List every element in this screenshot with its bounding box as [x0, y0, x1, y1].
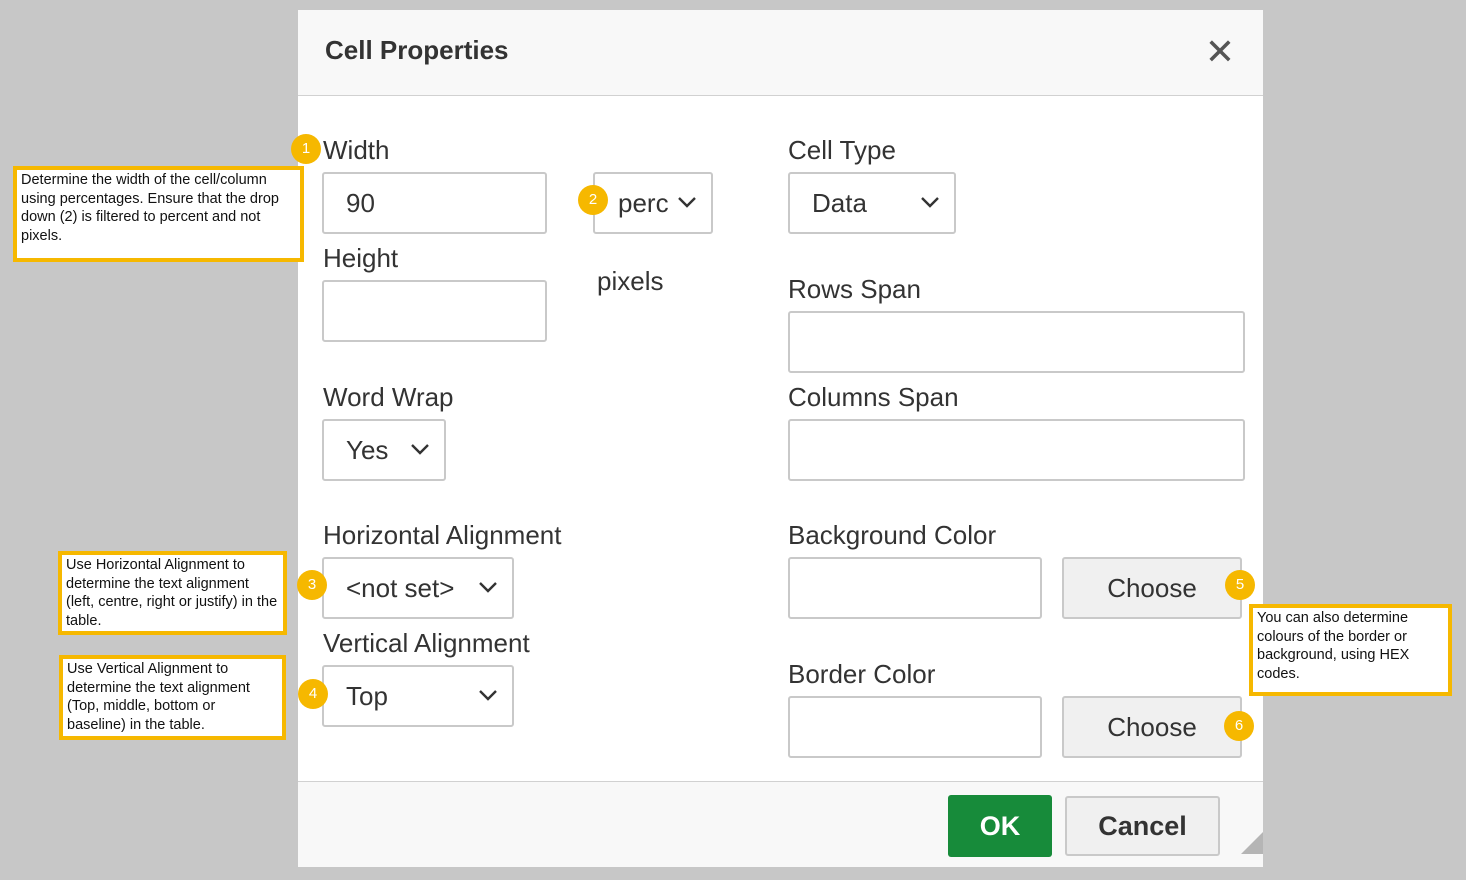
background-color-input[interactable]: [788, 557, 1042, 619]
width-input[interactable]: 90: [322, 172, 547, 234]
width-label: Width: [323, 135, 390, 165]
chevron-down-icon: [479, 582, 497, 593]
width-unit-select[interactable]: perc: [593, 172, 713, 234]
border-color-label: Border Color: [788, 659, 936, 689]
dialog-header: Cell Properties ✕: [298, 10, 1263, 96]
close-icon[interactable]: ✕: [1203, 34, 1237, 70]
annotation-note-horizontal-alignment: Use Horizontal Alignment to determine th…: [58, 551, 287, 635]
chevron-down-icon: [678, 197, 696, 208]
chevron-down-icon: [411, 444, 429, 455]
rows-span-label: Rows Span: [788, 274, 921, 304]
dialog-title: Cell Properties: [325, 35, 509, 65]
cell-properties-dialog: Cell Properties ✕ Width 90 perc Height p…: [298, 10, 1263, 867]
height-unit-label: pixels: [597, 266, 664, 296]
background-color-label: Background Color: [788, 520, 997, 550]
word-wrap-label: Word Wrap: [323, 382, 454, 412]
resize-grip-icon[interactable]: [1241, 832, 1263, 854]
annotation-note-vertical-alignment: Use Vertical Alignment to determine the …: [59, 655, 286, 740]
columns-span-label: Columns Span: [788, 382, 959, 412]
columns-span-input[interactable]: [788, 419, 1245, 481]
annotation-note-width: Determine the width of the cell/column u…: [13, 166, 304, 262]
border-color-choose-button[interactable]: Choose: [1062, 696, 1242, 758]
chevron-down-icon: [921, 197, 939, 208]
word-wrap-select[interactable]: Yes: [322, 419, 446, 481]
annotation-badge-5: 5: [1225, 570, 1255, 600]
vertical-alignment-select[interactable]: Top: [322, 665, 514, 727]
height-label: Height: [323, 243, 399, 273]
horizontal-alignment-select[interactable]: <not set>: [322, 557, 514, 619]
border-color-input[interactable]: [788, 696, 1042, 758]
annotation-badge-1: 1: [291, 134, 321, 164]
word-wrap-value: Yes: [346, 435, 389, 465]
horizontal-alignment-label: Horizontal Alignment: [323, 520, 562, 550]
annotation-badge-4: 4: [298, 679, 328, 709]
vertical-alignment-value: Top: [346, 681, 388, 711]
ok-button[interactable]: OK: [948, 795, 1052, 857]
background-color-choose-button[interactable]: Choose: [1062, 557, 1242, 619]
cell-type-label: Cell Type: [788, 135, 896, 165]
annotation-note-color: You can also determine colours of the bo…: [1249, 604, 1452, 696]
horizontal-alignment-value: <not set>: [346, 573, 455, 603]
height-input[interactable]: [322, 280, 547, 342]
annotation-badge-3: 3: [297, 570, 327, 600]
annotation-badge-6: 6: [1224, 711, 1254, 741]
rows-span-input[interactable]: [788, 311, 1245, 373]
annotation-badge-2: 2: [578, 185, 608, 215]
width-unit-value: perc: [618, 188, 669, 218]
cell-type-value: Data: [812, 188, 867, 218]
cell-type-select[interactable]: Data: [788, 172, 956, 234]
vertical-alignment-label: Vertical Alignment: [323, 628, 530, 658]
chevron-down-icon: [479, 690, 497, 701]
cancel-button[interactable]: Cancel: [1065, 796, 1220, 856]
